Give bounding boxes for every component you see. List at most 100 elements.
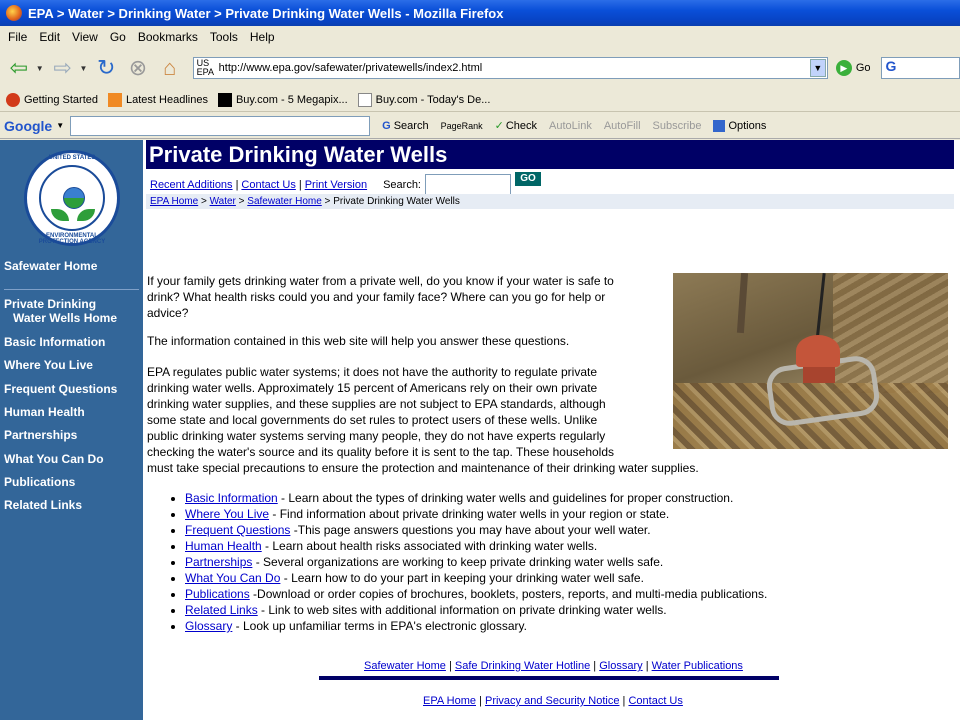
url-dropdown-icon[interactable]: ▼ xyxy=(809,59,826,77)
home-button[interactable]: ⌂ xyxy=(155,53,185,83)
footer-glossary-link[interactable]: Glossary xyxy=(599,660,642,672)
menu-bar: File Edit View Go Bookmarks Tools Help xyxy=(0,26,960,48)
url-text[interactable]: http://www.epa.gov/safewater/privatewell… xyxy=(219,62,483,74)
frequent-questions-link[interactable]: Frequent Questions xyxy=(185,523,290,537)
epa-seal-logo[interactable]: UNITED STATES ENVIRONMENTAL PROTECTION A… xyxy=(24,150,120,246)
address-bar[interactable]: US EPA http://www.epa.gov/safewater/priv… xyxy=(192,57,828,79)
footer-hotline-link[interactable]: Safe Drinking Water Hotline xyxy=(455,660,590,672)
list-item-text: -Download or order copies of brochures, … xyxy=(249,587,768,601)
list-item-text: - Learn about health risks associated wi… xyxy=(261,539,598,553)
sidebar: UNITED STATES ENVIRONMENTAL PROTECTION A… xyxy=(0,140,143,720)
regulation-line: EPA regulates public water systems; it d… xyxy=(147,365,598,379)
glossary-link[interactable]: Glossary xyxy=(185,619,232,633)
menu-bookmarks[interactable]: Bookmarks xyxy=(138,30,198,44)
sidebar-item-safewater-home[interactable]: Safewater Home xyxy=(4,259,97,273)
contact-us-link[interactable]: Contact Us xyxy=(241,179,295,191)
footer-epa-home-link[interactable]: EPA Home xyxy=(423,695,476,707)
menu-view[interactable]: View xyxy=(72,30,98,44)
google-dropdown-icon[interactable]: ▼ xyxy=(56,121,64,130)
bookmark-buy-megapix[interactable]: Buy.com - 5 Megapix... xyxy=(217,92,348,107)
regulation-line: drinking water supplies, and these suppl… xyxy=(147,397,606,411)
list-item-text: - Link to web sites with additional info… xyxy=(257,603,667,617)
window-titlebar: EPA > Water > Drinking Water > Private D… xyxy=(0,0,960,26)
sidebar-item-partnerships[interactable]: Partnerships xyxy=(4,428,77,442)
recent-additions-link[interactable]: Recent Additions xyxy=(150,179,233,191)
search-go-button[interactable]: GO xyxy=(515,172,541,186)
what-you-can-do-link[interactable]: What You Can Do xyxy=(185,571,280,585)
sidebar-item-related-links[interactable]: Related Links xyxy=(4,498,82,512)
footer-contact-us-link[interactable]: Contact Us xyxy=(628,695,682,707)
spellcheck-button[interactable]: ✓ Check xyxy=(495,119,537,133)
photo-tree-trunk xyxy=(736,273,749,334)
print-version-link[interactable]: Print Version xyxy=(305,179,367,191)
regulation-paragraph: EPA regulates public water systems; it d… xyxy=(147,364,699,476)
reload-button[interactable]: ↻ xyxy=(91,53,121,83)
breadcrumb: EPA Home > Water > Safewater Home > Priv… xyxy=(146,194,954,209)
google-search-button[interactable]: G Search xyxy=(382,120,428,132)
options-button[interactable]: Options xyxy=(713,119,766,132)
list-item-text: - Learn how to do your part in keeping y… xyxy=(280,571,644,585)
regulation-line: some state and local governments do set … xyxy=(147,413,598,427)
intro-line: drink? What health risks could you and y… xyxy=(147,290,606,304)
search-input[interactable] xyxy=(425,174,511,196)
stop-button[interactable]: ⊗ xyxy=(123,53,153,83)
autofill-button[interactable]: AutoFill xyxy=(604,120,641,132)
breadcrumb-safewater-home[interactable]: Safewater Home xyxy=(247,196,321,207)
go-button[interactable]: ▶ Go xyxy=(835,60,871,76)
go-label: Go xyxy=(855,62,871,74)
autolink-button[interactable]: AutoLink xyxy=(549,120,592,132)
publications-link[interactable]: Publications xyxy=(185,587,250,601)
bookmark-getting-started[interactable]: Getting Started xyxy=(6,92,98,107)
autolink-label: AutoLink xyxy=(549,119,592,132)
sidebar-item-where-you-live[interactable]: Where You Live xyxy=(4,358,93,372)
search-engine-box[interactable]: G xyxy=(880,57,960,79)
sidebar-item-pdw-home[interactable]: Private Drinking Water Wells Home xyxy=(4,297,117,325)
menu-go[interactable]: Go xyxy=(110,30,126,44)
footer-links-primary: Safewater Home | Safe Drinking Water Hot… xyxy=(364,660,743,672)
utility-links: Recent Additions | Contact Us | Print Ve… xyxy=(150,172,541,196)
list-item: Publications -Download or order copies o… xyxy=(185,586,767,602)
back-dropdown-icon[interactable]: ▼ xyxy=(36,64,44,73)
sidebar-item-human-health[interactable]: Human Health xyxy=(4,405,85,419)
google-logo[interactable]: Google xyxy=(4,118,52,134)
window-title: EPA > Water > Drinking Water > Private D… xyxy=(28,5,504,21)
bookmark-label: Getting Started xyxy=(24,93,98,106)
footer-privacy-link[interactable]: Privacy and Security Notice xyxy=(485,695,620,707)
sidebar-item-what-you-can-do[interactable]: What You Can Do xyxy=(4,452,104,466)
partnerships-link[interactable]: Partnerships xyxy=(185,555,252,569)
bookmark-latest-headlines[interactable]: Latest Headlines xyxy=(108,92,208,107)
menu-tools[interactable]: Tools xyxy=(210,30,238,44)
back-button[interactable]: ⇦ xyxy=(4,53,34,83)
human-health-link[interactable]: Human Health xyxy=(185,539,262,553)
footer-links-secondary: EPA Home | Privacy and Security Notice |… xyxy=(423,695,683,707)
list-item: Basic Information - Learn about the type… xyxy=(185,490,767,506)
related-links-link[interactable]: Related Links xyxy=(185,603,258,617)
forward-dropdown-icon[interactable]: ▼ xyxy=(79,64,87,73)
menu-file[interactable]: File xyxy=(8,30,27,44)
sidebar-divider xyxy=(4,289,139,290)
bookmark-label: Latest Headlines xyxy=(126,93,208,106)
seal-leaf-icon xyxy=(51,209,69,221)
sidebar-item-basic-information[interactable]: Basic Information xyxy=(4,335,105,349)
footer-safewater-home-link[interactable]: Safewater Home xyxy=(364,660,446,672)
list-item: Frequent Questions -This page answers qu… xyxy=(185,522,767,538)
basic-information-link[interactable]: Basic Information xyxy=(185,491,278,505)
where-you-live-link[interactable]: Where You Live xyxy=(185,507,269,521)
sidebar-item-frequent-questions[interactable]: Frequent Questions xyxy=(4,382,117,396)
subscribe-button[interactable]: Subscribe xyxy=(653,120,702,132)
site-favicon: US EPA xyxy=(196,58,215,77)
pagerank-indicator[interactable]: PageRank xyxy=(441,121,483,131)
menu-help[interactable]: Help xyxy=(250,30,275,44)
google-search-input[interactable] xyxy=(70,115,371,136)
breadcrumb-epa-home[interactable]: EPA Home xyxy=(150,196,198,207)
menu-edit[interactable]: Edit xyxy=(39,30,60,44)
list-item: Partnerships - Several organizations are… xyxy=(185,554,767,570)
topic-list: Basic Information - Learn about the type… xyxy=(185,490,767,634)
list-item: Human Health - Learn about health risks … xyxy=(185,538,767,554)
list-item: Glossary - Look up unfamiliar terms in E… xyxy=(185,618,767,634)
breadcrumb-water[interactable]: Water xyxy=(210,196,236,207)
bookmark-buy-today[interactable]: Buy.com - Today's De... xyxy=(357,92,490,107)
sidebar-item-publications[interactable]: Publications xyxy=(4,475,75,489)
forward-button[interactable]: ⇨ xyxy=(48,53,78,83)
footer-water-publications-link[interactable]: Water Publications xyxy=(652,660,743,672)
